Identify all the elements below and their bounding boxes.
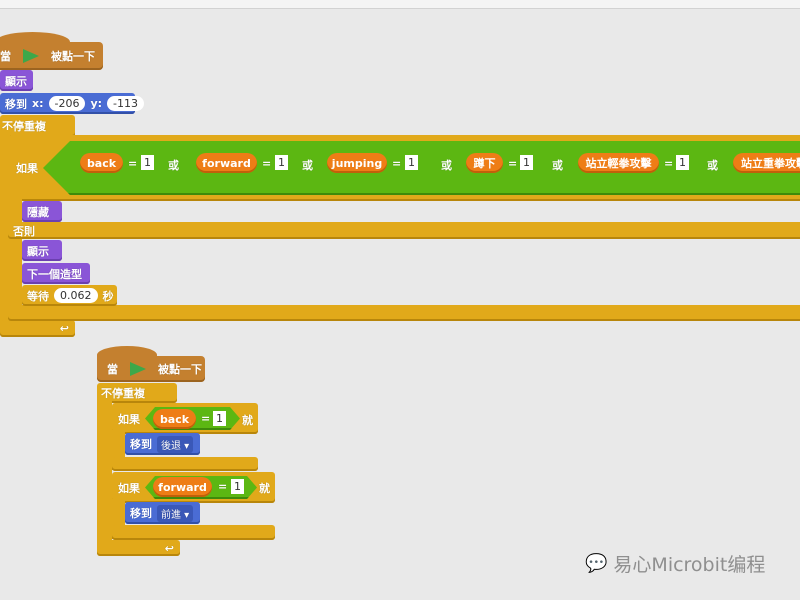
next-costume-block[interactable]: 下一個造型	[22, 263, 90, 284]
or-label: 或	[302, 159, 313, 172]
if-else-bottom	[8, 305, 800, 321]
move-block[interactable]: 移到 後退 ▾	[125, 433, 200, 455]
wait-input[interactable]: 0.062	[54, 288, 98, 303]
move-dropdown[interactable]: 前進 ▾	[157, 504, 194, 522]
equals-sign: =	[392, 157, 402, 170]
show-block-2[interactable]: 顯示	[22, 240, 62, 261]
goto-label: 移到	[5, 97, 27, 111]
value-input[interactable]: 1	[520, 155, 533, 170]
green-flag-icon	[23, 49, 39, 63]
move-dropdown[interactable]: 後退 ▾	[157, 435, 194, 453]
move-option: 後退	[161, 440, 181, 452]
variable-forward[interactable]: forward	[196, 153, 257, 173]
move-label: 移到	[130, 438, 152, 451]
variable-jumping[interactable]: jumping	[327, 153, 387, 173]
variable-back[interactable]: back	[80, 153, 123, 173]
when-label: 當	[107, 363, 118, 376]
loop-arrow-icon: ↩	[164, 541, 174, 555]
value-input[interactable]: 1	[141, 155, 154, 170]
seconds-label: 秒	[102, 289, 114, 303]
clicked-label: 被點一下	[158, 363, 202, 376]
when-label: 當	[0, 50, 11, 63]
move-option: 前進	[161, 509, 181, 521]
then-label: 就	[259, 482, 270, 495]
move-block[interactable]: 移到 前進 ▾	[125, 502, 200, 524]
then-label: 就	[242, 414, 253, 427]
equals-sign: =	[262, 157, 272, 170]
equals-sign: =	[201, 412, 211, 425]
show-block[interactable]: 顯示	[0, 70, 33, 91]
variable-crouch[interactable]: 蹲下	[466, 153, 503, 173]
if-label: 如果	[118, 481, 140, 495]
show-label: 顯示	[27, 244, 49, 258]
variable-back[interactable]: back	[153, 409, 196, 429]
forever-block[interactable]: 不停重複	[0, 115, 75, 137]
hide-label: 隱藏	[27, 205, 49, 219]
value-input[interactable]: 1	[231, 479, 244, 494]
x-label: x:	[32, 97, 44, 110]
value-input[interactable]: 1	[275, 155, 288, 170]
forever-wall	[97, 398, 112, 548]
else-label: 否則	[13, 224, 35, 238]
watermark-text: 易心Microbit编程	[613, 554, 766, 576]
equals-sign: =	[508, 157, 518, 170]
wait-label: 等待	[27, 289, 49, 303]
show-label: 顯示	[5, 74, 27, 88]
goto-xy-block[interactable]: 移到 x: -206 y: -113	[0, 93, 145, 114]
forever-bottom: ↩	[97, 540, 180, 556]
next-costume-label: 下一個造型	[27, 267, 82, 281]
if-bottom	[112, 457, 258, 471]
value-input[interactable]: 1	[676, 155, 689, 170]
equals-sign: =	[128, 157, 138, 170]
x-input[interactable]: -206	[48, 96, 86, 111]
value-input[interactable]: 1	[213, 411, 226, 426]
or-label: 或	[441, 159, 452, 172]
if-wall	[8, 195, 22, 315]
equals-sign: =	[218, 480, 228, 493]
variable-heavy-punch[interactable]: 站立重拳攻擊	[733, 153, 800, 173]
or-label: 或	[707, 159, 718, 172]
y-input[interactable]: -113	[107, 96, 145, 111]
hide-block[interactable]: 隱藏	[22, 201, 62, 222]
top-bar	[0, 0, 800, 9]
wait-block[interactable]: 等待 0.062 秒	[22, 285, 117, 306]
move-label: 移到	[130, 507, 152, 520]
loop-arrow-icon: ↩	[59, 322, 69, 335]
if-bottom	[112, 525, 275, 540]
wechat-icon: 💬	[585, 553, 608, 574]
forever-bottom: ↩	[0, 320, 75, 337]
if-label: 如果	[16, 162, 38, 175]
variable-light-punch[interactable]: 站立輕拳攻擊	[578, 153, 659, 173]
y-label: y:	[90, 97, 103, 110]
or-label: 或	[168, 159, 179, 172]
or-label: 或	[552, 159, 563, 172]
watermark: 💬 易心Microbit编程	[585, 550, 765, 577]
variable-forward[interactable]: forward	[153, 477, 212, 497]
clicked-label: 被點一下	[51, 50, 95, 63]
green-flag-icon	[130, 362, 146, 376]
when-flag-clicked-block[interactable]: 當 被點一下	[97, 356, 205, 382]
equals-sign: =	[664, 157, 674, 170]
when-flag-clicked-block[interactable]: 當 被點一下	[0, 42, 103, 70]
else-arm: 否則	[8, 222, 800, 239]
if-label: 如果	[118, 412, 140, 426]
value-input[interactable]: 1	[405, 155, 418, 170]
